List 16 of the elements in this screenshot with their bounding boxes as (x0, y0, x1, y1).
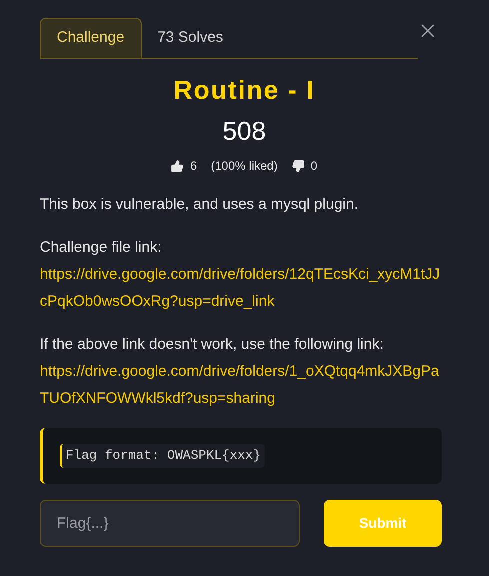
description-text: Challenge file link: (40, 238, 163, 258)
like-count: 6 (190, 158, 198, 175)
thumbs-down-icon (292, 160, 305, 172)
tab[interactable]: 73 Solves (142, 18, 240, 58)
file-link[interactable]: https://drive.google.com/drive/folders/12qTEcsKci_xycM1tJJcPqkOb0wsOOxRg?usp=drive_link (40, 261, 445, 315)
challenge-title: Routine - I (174, 74, 316, 107)
description-text: This box is vulnerable, and uses a mysql plugin. (40, 195, 360, 215)
points: 508 (222, 115, 266, 148)
flag-input-field[interactable]: Flag{...} (40, 500, 300, 547)
dislike-count: 0 (310, 158, 318, 175)
like-ratio: (100% liked) (211, 158, 278, 175)
description-text: If the above link doesn't work, use the following link: (40, 335, 385, 355)
flag-format-note: Flag format: OWASPKL{xxx} (60, 444, 266, 468)
tab[interactable]: Challenge (40, 18, 142, 58)
file-link[interactable]: https://drive.google.com/drive/folders/1_oXQtqq4mkJXBgPaTUOfXNFOWWkl5kdf?usp=sharing (40, 358, 445, 412)
thumbs-up-icon (171, 160, 184, 172)
